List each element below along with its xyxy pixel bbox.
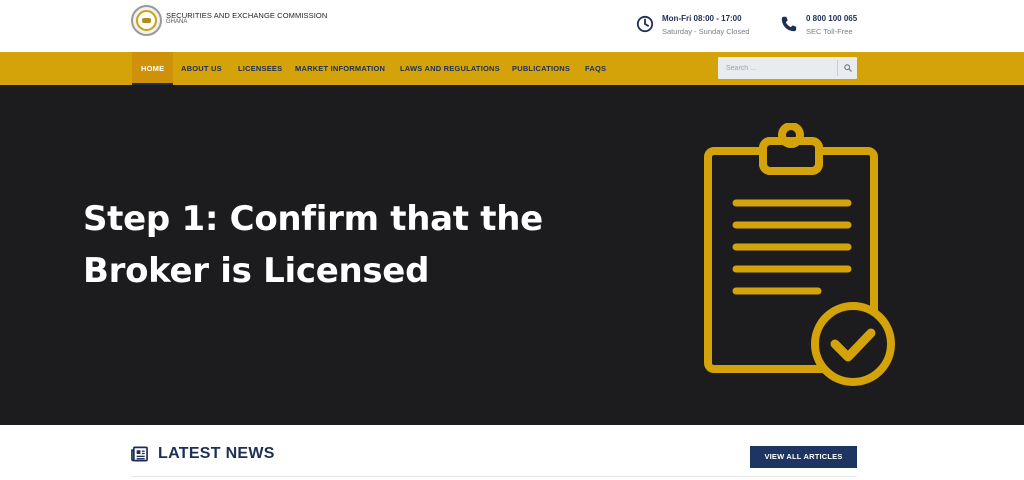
phone-contact: 0 800 100 065 SEC Toll-Free (780, 14, 857, 36)
nav-faqs[interactable]: FAQS (585, 52, 606, 85)
nav-market-information[interactable]: MARKET INFORMATION (295, 52, 385, 85)
nav-licensees[interactable]: LICENSEES (238, 52, 282, 85)
hero-title: Step 1: Confirm that the Broker is Licen… (83, 199, 543, 291)
phone-icon (781, 16, 797, 32)
brand-subtitle: GHANA (166, 19, 188, 25)
search-input[interactable] (718, 57, 836, 79)
search-box (718, 57, 857, 79)
newspaper-icon (131, 446, 148, 462)
site-header: SECURITIES AND EXCHANGE COMMISSION GHANA… (0, 0, 1024, 52)
main-nav: HOME ABOUT US LICENSEES MARKET INFORMATI… (0, 52, 1024, 85)
hours-weekday: Mon-Fri 08:00 - 17:00 (662, 14, 742, 23)
phone-caption: SEC Toll-Free (806, 27, 853, 36)
view-all-articles-button[interactable]: VIEW ALL ARTICLES (750, 446, 857, 468)
latest-news-title: LATEST NEWS (158, 445, 275, 462)
sec-logo-icon[interactable] (131, 5, 162, 36)
latest-news-header: LATEST NEWS (131, 445, 275, 463)
clock-icon (636, 15, 654, 33)
phone-number[interactable]: 0 800 100 065 (806, 14, 857, 23)
hours-weekend: Saturday - Sunday Closed (662, 27, 750, 36)
clipboard-check-icon (704, 123, 895, 386)
search-icon (843, 64, 852, 72)
nav-home[interactable]: HOME (132, 52, 174, 85)
brand-name[interactable]: SECURITIES AND EXCHANGE COMMISSION (166, 11, 327, 20)
nav-about-us[interactable]: ABOUT US (181, 52, 222, 85)
hero-banner: Step 1: Confirm that the Broker is Licen… (0, 85, 1024, 425)
search-button[interactable] (837, 60, 857, 76)
section-divider (131, 476, 857, 477)
nav-laws-and-regulations[interactable]: LAWS AND REGULATIONS (400, 52, 500, 85)
office-hours: Mon-Fri 08:00 - 17:00 Saturday - Sunday … (636, 14, 750, 36)
nav-publications[interactable]: PUBLICATIONS (512, 52, 570, 85)
